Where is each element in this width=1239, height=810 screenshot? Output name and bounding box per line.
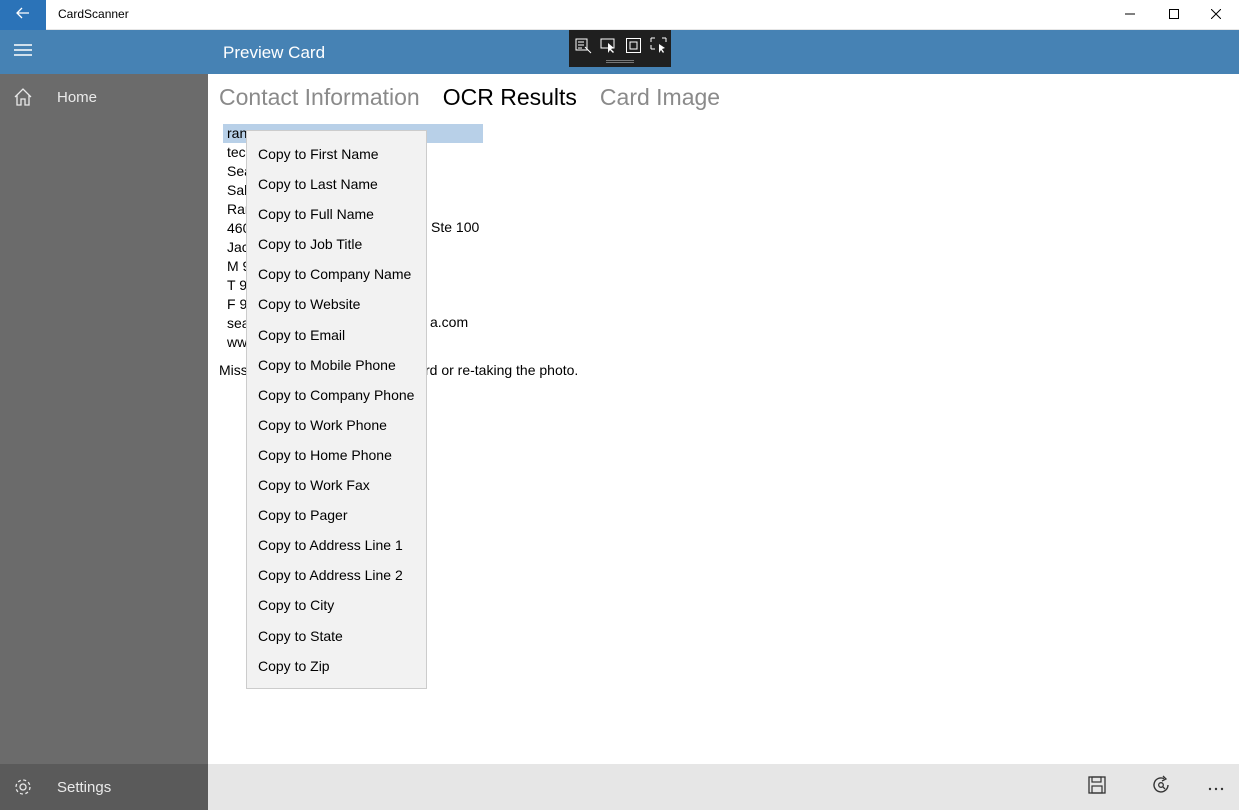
frame-icon[interactable] <box>624 36 643 55</box>
ocr-note-start: Miss <box>219 362 248 378</box>
menu-item-copy-work-phone[interactable]: Copy to Work Phone <box>247 410 426 440</box>
menu-item-copy-state[interactable]: Copy to State <box>247 621 426 651</box>
menu-item-copy-pager[interactable]: Copy to Pager <box>247 500 426 530</box>
save-button[interactable] <box>1074 764 1120 810</box>
minimize-icon <box>1125 6 1135 24</box>
close-icon <box>1210 6 1222 24</box>
minimize-button[interactable] <box>1107 0 1153 30</box>
save-icon <box>1088 775 1106 799</box>
home-icon <box>0 87 46 107</box>
more-icon <box>1208 778 1224 796</box>
rescan-icon <box>1151 775 1171 800</box>
header-bar: Preview Card <box>0 30 1239 74</box>
ocr-note-end: rd or re-taking the photo. <box>425 362 579 378</box>
menu-item-copy-job-title[interactable]: Copy to Job Title <box>247 229 426 259</box>
menu-item-copy-city[interactable]: Copy to City <box>247 590 426 620</box>
screen-select-icon[interactable] <box>649 36 668 55</box>
ocr-line-tail: a.com <box>430 314 469 330</box>
menu-item-copy-last-name[interactable]: Copy to Last Name <box>247 169 426 199</box>
menu-button[interactable] <box>0 30 46 74</box>
sidebar-item-home[interactable]: Home <box>0 74 208 120</box>
menu-item-copy-company-phone[interactable]: Copy to Company Phone <box>247 380 426 410</box>
select-element-icon[interactable] <box>574 36 593 55</box>
close-button[interactable] <box>1193 0 1239 30</box>
gear-icon <box>0 777 46 797</box>
menu-item-copy-work-fax[interactable]: Copy to Work Fax <box>247 470 426 500</box>
hamburger-icon <box>14 43 32 62</box>
back-arrow-icon <box>16 6 30 24</box>
more-button[interactable] <box>1193 764 1239 810</box>
rescan-button[interactable] <box>1138 764 1184 810</box>
menu-item-copy-home-phone[interactable]: Copy to Home Phone <box>247 440 426 470</box>
context-menu: Copy to First Name Copy to Last Name Cop… <box>246 130 427 689</box>
app-title: CardScanner <box>58 7 129 21</box>
title-bar: CardScanner <box>0 0 1239 30</box>
menu-item-copy-website[interactable]: Copy to Website <box>247 289 426 319</box>
page-title: Preview Card <box>223 43 326 62</box>
sidebar-item-label: Settings <box>57 778 112 796</box>
ocr-line-tail: Ste 100 <box>431 219 480 235</box>
maximize-icon <box>1169 6 1179 24</box>
menu-item-copy-zip[interactable]: Copy to Zip <box>247 651 426 681</box>
toolbar-grip[interactable] <box>606 60 634 63</box>
menu-item-copy-mobile-phone[interactable]: Copy to Mobile Phone <box>247 350 426 380</box>
menu-item-copy-address-line-2[interactable]: Copy to Address Line 2 <box>247 560 426 590</box>
menu-item-copy-first-name[interactable]: Copy to First Name <box>247 139 426 169</box>
menu-item-copy-email[interactable]: Copy to Email <box>247 320 426 350</box>
menu-item-copy-full-name[interactable]: Copy to Full Name <box>247 199 426 229</box>
sidebar-item-label: Home <box>57 88 98 106</box>
overlay-toolbar <box>569 30 671 67</box>
menu-item-copy-company-name[interactable]: Copy to Company Name <box>247 259 426 289</box>
command-bar <box>208 764 1239 810</box>
sidebar-item-settings[interactable]: Settings <box>0 764 208 810</box>
maximize-button[interactable] <box>1151 0 1197 30</box>
pointer-icon[interactable] <box>599 36 618 55</box>
back-button[interactable] <box>0 0 46 30</box>
pivot-tabs: Contact Information OCR Results Card Ima… <box>219 84 720 111</box>
tab-contact-information[interactable]: Contact Information <box>219 84 420 111</box>
tab-card-image[interactable]: Card Image <box>600 84 720 111</box>
sidebar: Home Settings <box>0 74 208 810</box>
tab-ocr-results[interactable]: OCR Results <box>443 84 577 111</box>
menu-item-copy-address-line-1[interactable]: Copy to Address Line 1 <box>247 530 426 560</box>
